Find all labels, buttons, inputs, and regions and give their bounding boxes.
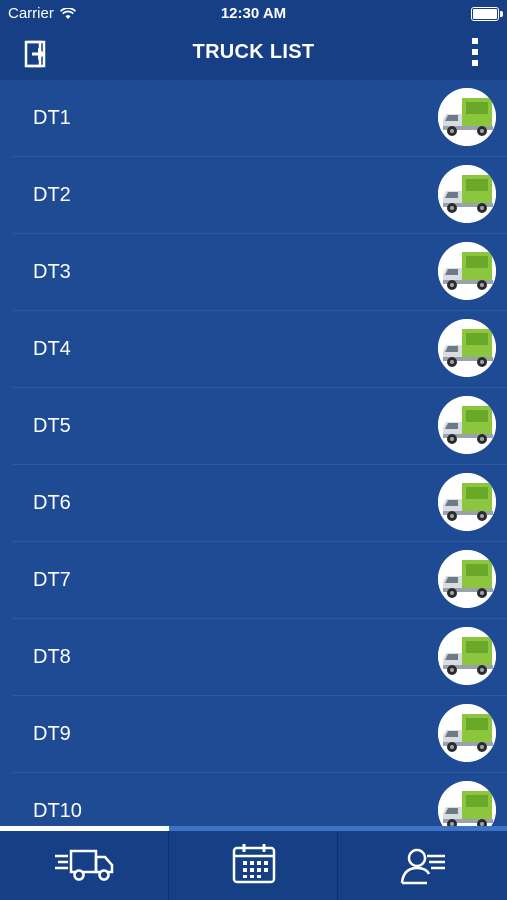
truck-avatar bbox=[438, 473, 496, 531]
nav-bar: TRUCK LIST bbox=[0, 28, 507, 80]
truck-avatar bbox=[438, 165, 496, 223]
truck-list-item[interactable]: DT1 bbox=[12, 80, 507, 157]
truck-list-item[interactable]: DT9 bbox=[12, 696, 507, 773]
status-time: 12:30 AM bbox=[220, 5, 287, 22]
truck-label: DT3 bbox=[33, 261, 71, 283]
tab-profile[interactable] bbox=[338, 826, 507, 900]
truck-photo-icon bbox=[438, 396, 496, 454]
truck-photo-icon bbox=[438, 165, 496, 223]
truck-avatar bbox=[438, 88, 496, 146]
tab-indicator bbox=[0, 826, 169, 831]
truck-avatar bbox=[438, 396, 496, 454]
truck-avatar bbox=[438, 781, 496, 826]
more-vertical-icon bbox=[472, 38, 478, 44]
truck-list-item[interactable]: DT10 bbox=[12, 773, 507, 826]
truck-avatar bbox=[438, 704, 496, 762]
truck-avatar bbox=[438, 242, 496, 300]
truck-list-item[interactable]: DT2 bbox=[12, 157, 507, 234]
tab-indicator bbox=[169, 826, 338, 831]
truck-list-item[interactable]: DT5 bbox=[12, 388, 507, 465]
battery-icon bbox=[471, 7, 503, 21]
truck-label: DT9 bbox=[33, 723, 71, 745]
truck-photo-icon bbox=[438, 627, 496, 685]
truck-label: DT5 bbox=[33, 415, 71, 437]
truck-label: DT4 bbox=[33, 338, 71, 360]
truck-label: DT2 bbox=[33, 184, 71, 206]
user-profile-icon bbox=[400, 848, 445, 885]
truck-photo-icon bbox=[438, 473, 496, 531]
truck-list[interactable]: DT1 DT2 DT3 DT4 DT5 DT6 DT7 DT8 DT9 DT10 bbox=[0, 80, 507, 826]
truck-photo-icon bbox=[438, 242, 496, 300]
truck-photo-icon bbox=[438, 550, 496, 608]
truck-label: DT10 bbox=[33, 800, 82, 822]
truck-label: DT8 bbox=[33, 646, 71, 668]
truck-photo-icon bbox=[438, 781, 496, 826]
tab-indicator bbox=[338, 826, 507, 831]
truck-avatar bbox=[438, 627, 496, 685]
truck-photo-icon bbox=[438, 704, 496, 762]
truck-avatar bbox=[438, 550, 496, 608]
truck-list-item[interactable]: DT6 bbox=[12, 465, 507, 542]
truck-list-item[interactable]: DT4 bbox=[12, 311, 507, 388]
truck-label: DT6 bbox=[33, 492, 71, 514]
more-options-button[interactable] bbox=[465, 34, 485, 72]
truck-label: DT7 bbox=[33, 569, 71, 591]
truck-label: DT1 bbox=[33, 107, 71, 129]
truck-avatar bbox=[438, 319, 496, 377]
truck-list-item[interactable]: DT7 bbox=[12, 542, 507, 619]
tab-trucks[interactable] bbox=[0, 826, 169, 900]
tab-calendar[interactable] bbox=[169, 826, 338, 900]
calendar-icon bbox=[232, 844, 275, 884]
status-bar: Carrier 12:30 AM bbox=[0, 0, 507, 28]
truck-list-item[interactable]: DT8 bbox=[12, 619, 507, 696]
truck-photo-icon bbox=[438, 319, 496, 377]
truck-photo-icon bbox=[438, 88, 496, 146]
tab-bar bbox=[0, 826, 507, 900]
truck-list-item[interactable]: DT3 bbox=[12, 234, 507, 311]
truck-icon bbox=[54, 849, 113, 881]
page-title: TRUCK LIST bbox=[192, 41, 315, 63]
